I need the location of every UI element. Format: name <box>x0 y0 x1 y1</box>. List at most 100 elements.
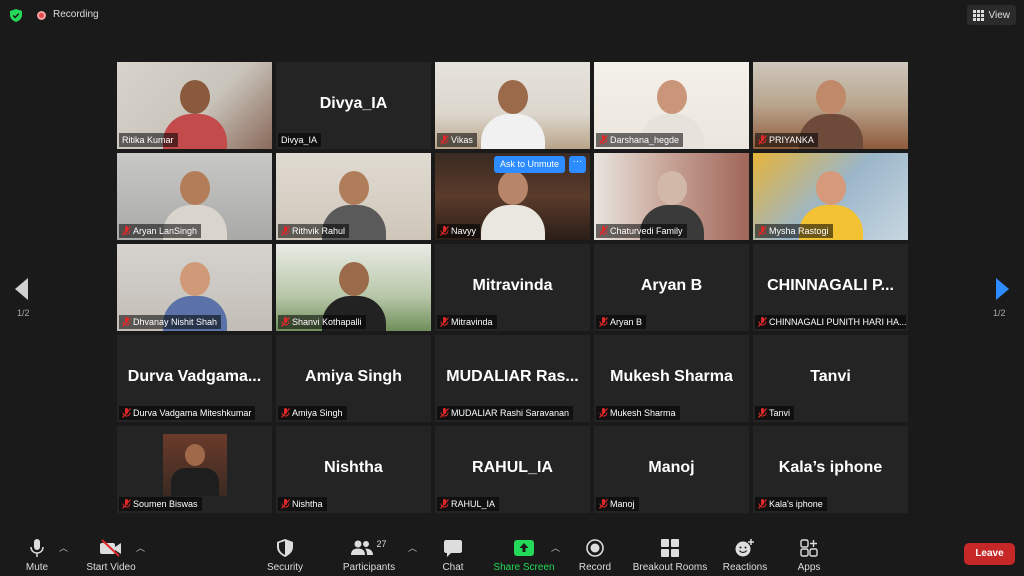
mic-muted-icon <box>440 499 449 509</box>
participant-tile[interactable]: Mysha Rastogi <box>753 153 908 240</box>
microphone-icon <box>30 539 44 557</box>
participant-name: Mitravinda <box>451 317 493 327</box>
participant-tile[interactable]: Durva Vadgama... Durva Vadgama Miteshkuma… <box>117 335 272 422</box>
participant-name: Aryan B <box>610 317 643 327</box>
security-shield-icon[interactable] <box>10 9 22 22</box>
grid-view-icon <box>972 9 984 21</box>
share-screen-label: Share Screen <box>493 562 555 573</box>
ask-to-unmute-button[interactable]: Ask to Unmute <box>494 156 566 173</box>
participant-tile[interactable]: Aryan LanSingh <box>117 153 272 240</box>
leave-button[interactable]: Leave <box>964 543 1015 565</box>
participant-name-label: Aryan B <box>596 315 647 329</box>
mute-button[interactable]: Mute <box>18 528 56 576</box>
participant-tile[interactable]: Dhvanay Nishit Shah <box>117 244 272 331</box>
participant-tile[interactable]: Ritika Kumar <box>117 62 272 149</box>
reactions-icon <box>735 539 754 557</box>
participant-tile[interactable]: RAHUL_IA RAHUL_IA <box>435 426 590 513</box>
participants-button[interactable]: 27 Participants <box>340 528 398 576</box>
view-label: View <box>988 9 1011 21</box>
participant-name: Shanvi Kothapalli <box>292 317 362 327</box>
mic-muted-icon <box>599 499 608 509</box>
top-bar: Recording View <box>0 0 1024 30</box>
mic-muted-icon <box>599 135 608 145</box>
share-screen-button[interactable]: Share Screen <box>493 528 555 576</box>
reactions-button[interactable]: Reactions <box>722 528 768 576</box>
participant-tile[interactable]: Tanvi Tanvi <box>753 335 908 422</box>
participant-name-label: Mysha Rastogi <box>755 224 833 238</box>
apps-icon <box>800 539 818 557</box>
participant-name: Aryan LanSingh <box>133 226 198 236</box>
participant-name-label: PRIYANKA <box>755 133 818 147</box>
start-video-button[interactable]: Start Video <box>82 528 140 576</box>
record-icon <box>586 539 604 557</box>
participant-tile[interactable]: Kala’s iphone Kala's iphone <box>753 426 908 513</box>
reactions-label: Reactions <box>722 562 768 573</box>
mic-muted-icon <box>599 226 608 236</box>
participant-name-label: Amiya Singh <box>278 406 347 420</box>
apps-button[interactable]: Apps <box>792 528 826 576</box>
audio-options-caret-icon[interactable]: ︿ <box>59 541 68 554</box>
participant-name-label: Soumen Biswas <box>119 497 202 511</box>
mic-muted-icon <box>281 317 290 327</box>
participant-name: Soumen Biswas <box>133 499 198 509</box>
participant-name: Kala's iphone <box>769 499 823 509</box>
mic-muted-icon <box>440 408 449 418</box>
participant-tile[interactable]: Manoj Manoj <box>594 426 749 513</box>
page-indicator-right: 1/2 <box>993 308 1006 318</box>
participant-tile[interactable]: Nishtha Nishtha <box>276 426 431 513</box>
security-icon <box>277 539 293 557</box>
participant-name-label: Durva Vadgama Miteshkumar <box>119 406 256 420</box>
participant-name-label: CHINNAGALI PUNITH HARI HA... <box>755 315 906 329</box>
mic-muted-icon <box>281 499 290 509</box>
next-page-arrow-icon[interactable] <box>996 278 1009 300</box>
mic-muted-icon <box>281 226 290 236</box>
participant-name-label: Manoj <box>596 497 639 511</box>
share-options-caret-icon[interactable]: ︿ <box>551 541 560 554</box>
participant-tile[interactable]: Shanvi Kothapalli <box>276 244 431 331</box>
participant-name-label: Kala's iphone <box>755 497 827 511</box>
participant-tile[interactable]: CHINNAGALI P... CHINNAGALI PUNITH HARI HA… <box>753 244 908 331</box>
participant-tile[interactable]: Darshana_hegde <box>594 62 749 149</box>
participant-tile[interactable]: PRIYANKA <box>753 62 908 149</box>
participant-name: Vikas <box>451 135 473 145</box>
participant-name-label: Dhvanay Nishit Shah <box>119 315 222 329</box>
previous-page-arrow-icon[interactable] <box>15 278 28 300</box>
view-button[interactable]: View <box>966 5 1016 25</box>
breakout-rooms-button[interactable]: Breakout Rooms <box>631 528 709 576</box>
chat-button[interactable]: Chat <box>438 528 468 576</box>
mic-muted-icon <box>599 408 608 418</box>
mic-muted-icon <box>758 226 767 236</box>
participant-name-label: Ritika Kumar <box>119 133 178 147</box>
participant-name-label: Aryan LanSingh <box>119 224 202 238</box>
participants-icon <box>351 540 374 555</box>
video-off-icon <box>100 539 121 557</box>
participant-display-name: Aryan B <box>640 277 703 294</box>
participant-tile[interactable]: MUDALIAR Ras... MUDALIAR Rashi Saravanan <box>435 335 590 422</box>
participant-name: Darshana_hegde <box>610 135 680 145</box>
participant-tile[interactable]: Chaturvedi Family <box>594 153 749 240</box>
mic-muted-icon <box>281 408 290 418</box>
participant-tile[interactable]: Navyy Ask to Unmute ··· <box>435 153 590 240</box>
participant-tile[interactable]: Rithvik Rahul <box>276 153 431 240</box>
mic-muted-icon <box>440 226 449 236</box>
participant-tile[interactable]: Vikas <box>435 62 590 149</box>
video-options-caret-icon[interactable]: ︿ <box>136 541 145 554</box>
mic-muted-icon <box>122 499 131 509</box>
meeting-toolbar: Mute ︿ Start Video ︿ Security 27 Partici… <box>0 528 1024 576</box>
participant-display-name: RAHUL_IA <box>472 459 553 476</box>
mic-muted-icon <box>122 226 131 236</box>
participant-name-label: Mitravinda <box>437 315 497 329</box>
participant-tile[interactable]: Amiya Singh Amiya Singh <box>276 335 431 422</box>
recording-dot-icon <box>37 11 46 20</box>
participants-options-caret-icon[interactable]: ︿ <box>408 541 417 554</box>
participant-name: Navyy <box>451 226 477 236</box>
more-options-button[interactable]: ··· <box>569 156 586 173</box>
record-button[interactable]: Record <box>575 528 615 576</box>
participant-tile[interactable]: Divya_IA Divya_IA <box>276 62 431 149</box>
participant-display-name: CHINNAGALI P... <box>767 277 894 294</box>
participant-tile[interactable]: Mukesh Sharma Mukesh Sharma <box>594 335 749 422</box>
participant-tile[interactable]: Aryan B Aryan B <box>594 244 749 331</box>
security-button[interactable]: Security <box>264 528 306 576</box>
participant-tile[interactable]: Mitravinda Mitravinda <box>435 244 590 331</box>
participant-tile[interactable]: Soumen Biswas <box>117 426 272 513</box>
